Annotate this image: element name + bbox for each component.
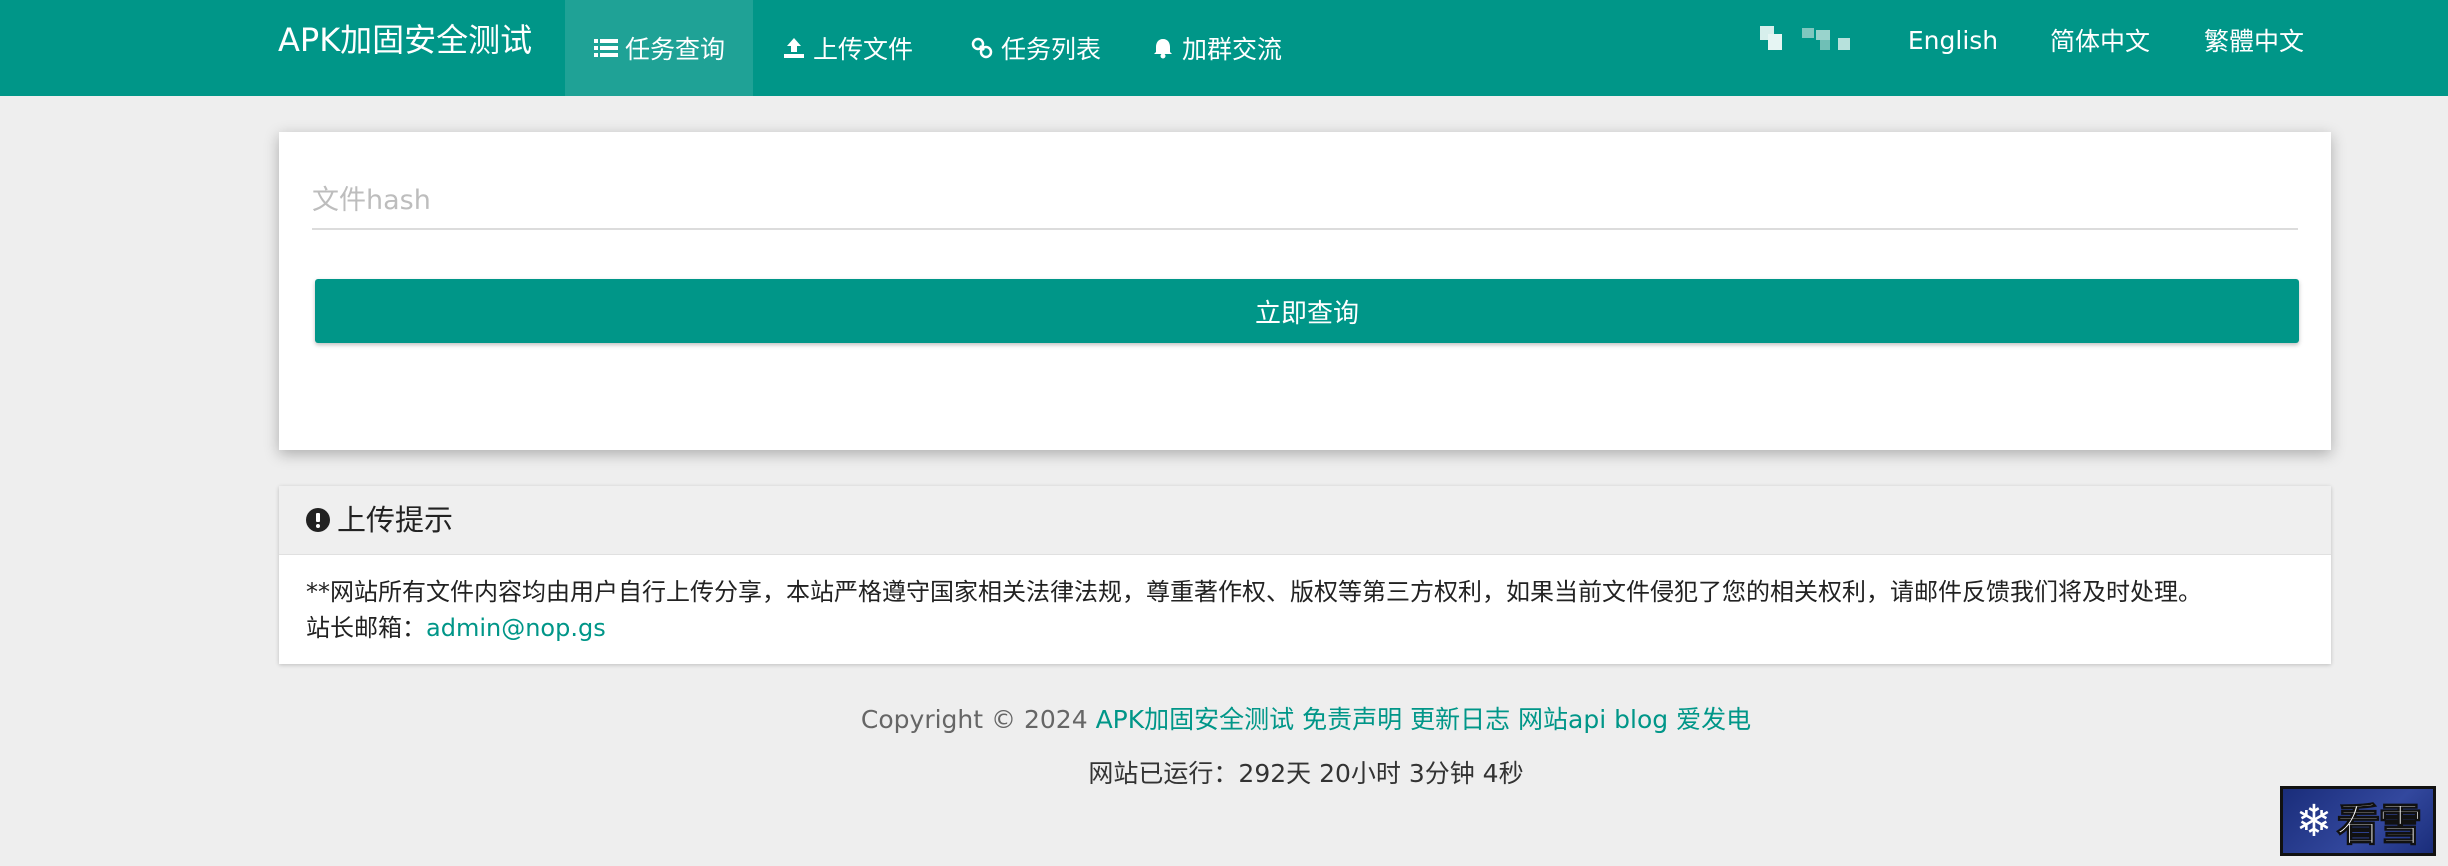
nav-item-task-list[interactable]: 任务列表 bbox=[960, 0, 1110, 96]
footer-link-home[interactable]: APK加固安全测试 bbox=[1096, 705, 1295, 734]
footer-link-changelog[interactable]: 更新日志 bbox=[1410, 705, 1510, 734]
watermark-text: 看雪 bbox=[2336, 800, 2423, 852]
copyright-text: Copyright © 2024 bbox=[860, 705, 1088, 734]
lang-traditional-chinese[interactable]: 繁體中文 bbox=[2194, 0, 2314, 80]
email-link[interactable]: admin@nop.gs bbox=[426, 614, 606, 642]
brand-title[interactable]: APK加固安全测试 bbox=[278, 0, 532, 80]
snowflake-icon: ❄ bbox=[2295, 795, 2333, 847]
lang-simplified-chinese[interactable]: 简体中文 bbox=[2040, 0, 2160, 80]
footer-link-blog[interactable]: blog bbox=[1614, 705, 1668, 734]
email-label: 站长邮箱： bbox=[306, 614, 426, 642]
nav-item-task-query[interactable]: 任务查询 bbox=[565, 0, 753, 96]
footer-link-afdian[interactable]: 爱发电 bbox=[1676, 705, 1751, 734]
upload-icon bbox=[781, 35, 807, 61]
email-line: 站长邮箱：admin@nop.gs bbox=[306, 610, 2316, 646]
list-icon bbox=[593, 35, 619, 61]
exclamation-circle-icon bbox=[306, 508, 330, 532]
link-icon bbox=[969, 35, 995, 61]
nav-item-label: 任务查询 bbox=[624, 35, 725, 64]
top-navbar: APK加固安全测试 任务查询 上传文件 任务列表 加群交流 English 简体… bbox=[0, 0, 2448, 96]
query-button[interactable]: 立即查询 bbox=[315, 279, 2299, 343]
panel-title: 上传提示 bbox=[337, 503, 454, 537]
footer-link-api[interactable]: 网站api bbox=[1518, 705, 1606, 734]
notice-text: **网站所有文件内容均由用户自行上传分享，本站严格遵守国家相关法律法规，尊重著作… bbox=[306, 578, 2202, 606]
panel-body: **网站所有文件内容均由用户自行上传分享，本站严格遵守国家相关法律法规，尊重著作… bbox=[306, 574, 2316, 646]
footer-copyright-line: Copyright © 2024 APK加固安全测试 免责声明 更新日志 网站a… bbox=[0, 700, 2448, 736]
panel-header: 上传提示 bbox=[279, 486, 2331, 555]
footer-link-disclaimer[interactable]: 免责声明 bbox=[1302, 705, 1402, 734]
nav-item-label: 加群交流 bbox=[1181, 35, 1282, 64]
lang-english[interactable]: English bbox=[1898, 0, 2008, 80]
search-card: 立即查询 bbox=[279, 132, 2331, 450]
uptime-text: 网站已运行：292天 20小时 3分钟 4秒 bbox=[1088, 759, 1524, 788]
user-avatar[interactable] bbox=[1760, 24, 1852, 54]
kanxue-watermark-logo: ❄ 看雪 bbox=[2280, 786, 2436, 856]
file-hash-input[interactable] bbox=[312, 172, 2298, 230]
bell-icon bbox=[1150, 35, 1176, 61]
upload-notice-panel: 上传提示 **网站所有文件内容均由用户自行上传分享，本站严格遵守国家相关法律法规… bbox=[279, 486, 2331, 664]
nav-item-label: 任务列表 bbox=[1000, 35, 1101, 64]
nav-item-label: 上传文件 bbox=[812, 35, 913, 64]
nav-item-upload-file[interactable]: 上传文件 bbox=[772, 0, 922, 96]
nav-item-join-group[interactable]: 加群交流 bbox=[1146, 0, 1286, 96]
